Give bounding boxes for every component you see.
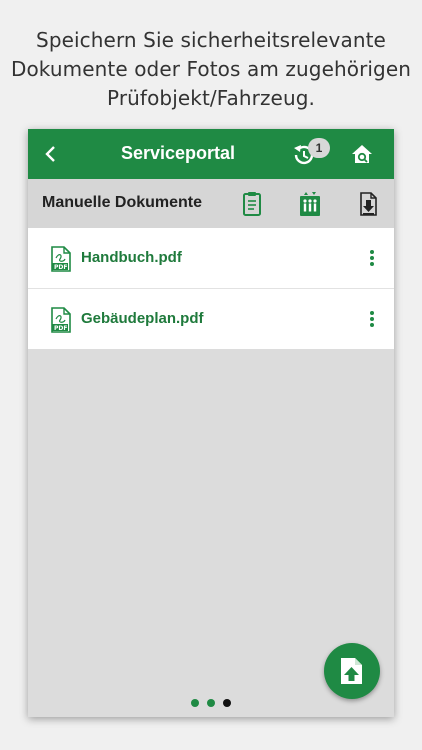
caption-line-2: Dokumente oder Fotos am zugehörigen [10, 57, 412, 81]
section-title: Manuelle Dokumente [42, 194, 203, 211]
svg-text:PDF: PDF [54, 264, 67, 271]
app-screen: Serviceportal 1 Manuelle Dokumente PDF H… [28, 129, 394, 717]
more-options-icon[interactable] [366, 309, 378, 329]
page-dot[interactable] [207, 699, 215, 707]
upload-document-icon [341, 658, 362, 684]
more-options-icon[interactable] [366, 248, 378, 268]
document-name[interactable]: Gebäudeplan.pdf [81, 310, 204, 327]
pdf-file-icon: PDF [51, 246, 71, 272]
app-bar: Serviceportal 1 [28, 129, 394, 179]
caption-line-3: Prüfobjekt/Fahrzeug. [107, 86, 315, 110]
document-list: PDF Handbuch.pdf PDF Gebäudeplan.pdf [28, 228, 394, 349]
page-indicator [191, 699, 236, 709]
upload-document-button[interactable] [324, 643, 380, 699]
elevator-icon[interactable] [298, 191, 322, 217]
page-dot[interactable] [191, 699, 199, 707]
sync-count-badge: 1 [308, 138, 330, 158]
back-arrow-icon[interactable] [40, 142, 64, 166]
list-item[interactable]: PDF Handbuch.pdf [28, 228, 394, 289]
promo-caption: Speichern Sie sicherheitsrelevante Dokum… [0, 26, 422, 113]
svg-text:PDF: PDF [54, 325, 67, 332]
clipboard-icon[interactable] [240, 191, 264, 217]
section-header: Manuelle Dokumente [28, 179, 394, 228]
app-title: Serviceportal [120, 143, 236, 163]
page-dot-active[interactable] [223, 699, 231, 707]
list-item[interactable]: PDF Gebäudeplan.pdf [28, 289, 394, 349]
home-search-icon[interactable] [350, 142, 374, 166]
document-download-icon[interactable] [356, 191, 380, 217]
caption-line-1: Speichern Sie sicherheitsrelevante [36, 28, 386, 52]
document-name[interactable]: Handbuch.pdf [81, 249, 182, 266]
pdf-file-icon: PDF [51, 307, 71, 333]
